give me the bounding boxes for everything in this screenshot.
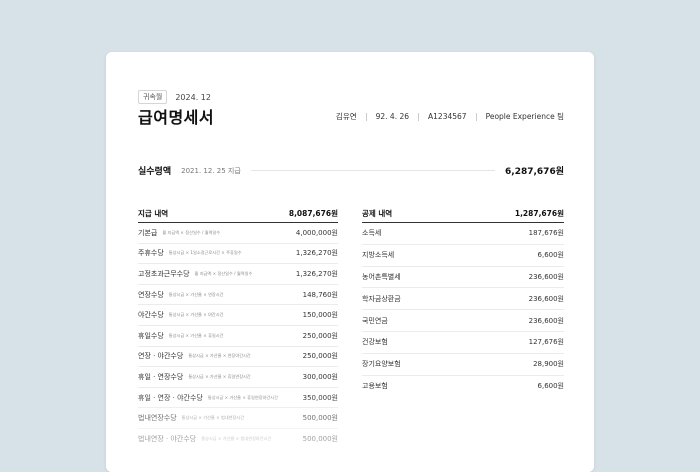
payment-formula: 통상시급 × 가산율 × 야간시간 — [168, 312, 224, 318]
deductions-section: 공제 내역 1,287,676원 소득세 187,676원 지방소득세 6,600원… — [362, 204, 564, 396]
page-title: 급여명세서 — [138, 108, 215, 127]
payments-total: 8,087,676원 — [288, 208, 338, 218]
deduction-amount: 28,900원 — [533, 360, 564, 369]
deduction-name: 국민연금 — [362, 316, 388, 325]
payment-name: 야간수당 — [138, 311, 164, 320]
payment-name: 주휴수당 — [138, 249, 164, 258]
deduction-row: 건강보험 127,676원 — [362, 332, 564, 354]
deduction-amount: 236,600원 — [528, 316, 564, 325]
payment-amount: 250,000원 — [302, 352, 338, 361]
deduction-amount: 127,676원 — [528, 338, 564, 347]
deduction-amount: 187,676원 — [528, 229, 564, 238]
employee-name: 김유연 — [335, 112, 357, 121]
payments-section: 지급 내역 8,087,676원 기본급 월 지급액 × 정산일수 / 월력일수 4… — [138, 204, 338, 449]
payslip-card: 귀속월 2024. 12 급여명세서 김유연 92. 4. 26 A123456… — [106, 52, 594, 472]
deduction-name: 지방소득세 — [362, 251, 395, 260]
deduction-amount: 6,600원 — [537, 381, 564, 390]
payment-formula: 월 지급액 × 정산일수 / 월력일수 — [194, 270, 253, 276]
employee-birth: 92. 4. 26 — [375, 112, 410, 121]
payment-row: 법내연장 · 야간수당 통상시급 × 가산율 × 법내연장야간시간 500,000원 — [138, 429, 338, 449]
deduction-name: 소득세 — [362, 229, 382, 238]
payment-row: 연장수당 통상시급 × 가산율 × 연장시간 148,760원 — [138, 285, 338, 306]
deduction-row: 고용보험 6,600원 — [362, 376, 564, 397]
deductions-total: 1,287,676원 — [514, 208, 564, 218]
payment-formula: 통상시급 × 가산율 × 법내연장시간 — [181, 415, 245, 421]
payment-amount: 350,000원 — [302, 393, 338, 402]
payment-formula: 통상시급 × 가산율 × 휴일연장야간시간 — [207, 394, 279, 400]
payment-name: 고정초과근무수당 — [138, 269, 190, 278]
deduction-name: 농어촌특별세 — [362, 272, 401, 281]
deduction-row: 국민연금 236,600원 — [362, 310, 564, 332]
payment-amount: 500,000원 — [302, 434, 338, 443]
payment-row: 연장 · 야간수당 통상시급 × 가산율 × 연장야간시간 250,000원 — [138, 347, 338, 368]
deduction-row: 농어촌특별세 236,600원 — [362, 267, 564, 289]
payment-name: 휴일수당 — [138, 331, 164, 340]
employee-info: 김유연 92. 4. 26 A1234567 People Experience… — [336, 111, 564, 122]
deductions-title: 공제 내역 — [362, 208, 393, 218]
employee-team: People Experience 팀 — [485, 112, 564, 121]
divider — [418, 112, 420, 121]
payment-name: 법내연장 · 야간수당 — [138, 434, 197, 443]
deduction-amount: 236,600원 — [528, 272, 564, 281]
deduction-amount: 6,600원 — [537, 251, 564, 260]
deduction-row: 소득세 187,676원 — [362, 223, 564, 245]
payment-row: 휴일수당 통상시급 × 가산율 × 휴일시간 250,000원 — [138, 326, 338, 347]
divider — [365, 112, 367, 121]
divider — [475, 112, 477, 121]
net-pay-row: 실수령액 2021. 12. 25 지급 6,287,676원 — [138, 164, 564, 178]
deduction-row: 학자금상환금 236,600원 — [362, 288, 564, 311]
payment-name: 연장 · 야간수당 — [138, 352, 184, 361]
deduction-name: 학자금상환금 — [362, 294, 401, 303]
payment-row: 주휴수당 통상시급 × 1일소정근로시간 × 주휴일수 1,326,270원 — [138, 244, 338, 265]
payment-formula: 통상시급 × 가산율 × 법내연장야간시간 — [201, 435, 272, 441]
payment-name: 휴일 · 연장 · 야간수당 — [138, 393, 203, 402]
deduction-name: 건강보험 — [362, 338, 388, 347]
payment-amount: 500,000원 — [302, 414, 338, 423]
payment-amount: 250,000원 — [302, 331, 338, 340]
payment-name: 휴일 · 연장수당 — [138, 372, 184, 381]
net-pay-amount: 6,287,676원 — [505, 167, 564, 177]
employee-id: A1234567 — [428, 112, 467, 121]
deduction-amount: 236,600원 — [528, 294, 564, 303]
payment-row: 법내연장수당 통상시급 × 가산율 × 법내연장시간 500,000원 — [138, 408, 338, 429]
deduction-name: 고용보험 — [362, 381, 388, 390]
payment-name: 연장수당 — [138, 290, 164, 299]
payment-row: 휴일 · 연장 · 야간수당 통상시급 × 가산율 × 휴일연장야간시간 350,0… — [138, 388, 338, 409]
payment-name: 법내연장수당 — [138, 414, 177, 423]
period-badge: 귀속월 — [138, 90, 168, 104]
payment-name: 기본급 — [138, 228, 158, 237]
deduction-name: 장기요양보험 — [362, 360, 401, 369]
payment-row: 야간수당 통상시급 × 가산율 × 야간시간 150,000원 — [138, 305, 338, 326]
payments-title: 지급 내역 — [138, 208, 169, 218]
net-pay-label: 실수령액 — [138, 167, 172, 177]
payment-amount: 1,326,270원 — [295, 249, 338, 258]
payment-formula: 통상시급 × 가산율 × 휴일시간 — [168, 332, 224, 338]
payment-row: 휴일 · 연장수당 통상시급 × 가산율 × 휴일연장시간 300,000원 — [138, 367, 338, 388]
deduction-row: 지방소득세 6,600원 — [362, 245, 564, 267]
period: 귀속월 2024. 12 — [138, 90, 211, 104]
payment-formula: 통상시급 × 가산율 × 휴일연장시간 — [188, 373, 251, 379]
payment-formula: 통상시급 × 가산율 × 연장시간 — [168, 291, 224, 297]
net-pay-leader-line — [250, 170, 496, 171]
payment-amount: 300,000원 — [302, 372, 338, 381]
payment-formula: 통상시급 × 가산율 × 연장야간시간 — [188, 353, 251, 359]
payment-formula: 통상시급 × 1일소정근로시간 × 주휴일수 — [168, 250, 242, 256]
period-value: 2024. 12 — [175, 92, 211, 102]
payments-header: 지급 내역 8,087,676원 — [138, 204, 338, 223]
deduction-row: 장기요양보험 28,900원 — [362, 354, 564, 376]
payment-row: 기본급 월 지급액 × 정산일수 / 월력일수 4,000,000원 — [138, 223, 338, 244]
payment-amount: 4,000,000원 — [295, 228, 338, 237]
payment-formula: 월 지급액 × 정산일수 / 월력일수 — [162, 229, 221, 235]
payment-amount: 148,760원 — [302, 290, 338, 299]
payment-amount: 150,000원 — [302, 311, 338, 320]
payment-amount: 1,326,270원 — [295, 269, 338, 278]
payment-row: 고정초과근무수당 월 지급액 × 정산일수 / 월력일수 1,326,270원 — [138, 264, 338, 285]
deductions-header: 공제 내역 1,287,676원 — [362, 204, 564, 223]
net-pay-date: 2021. 12. 25 지급 — [181, 166, 241, 175]
